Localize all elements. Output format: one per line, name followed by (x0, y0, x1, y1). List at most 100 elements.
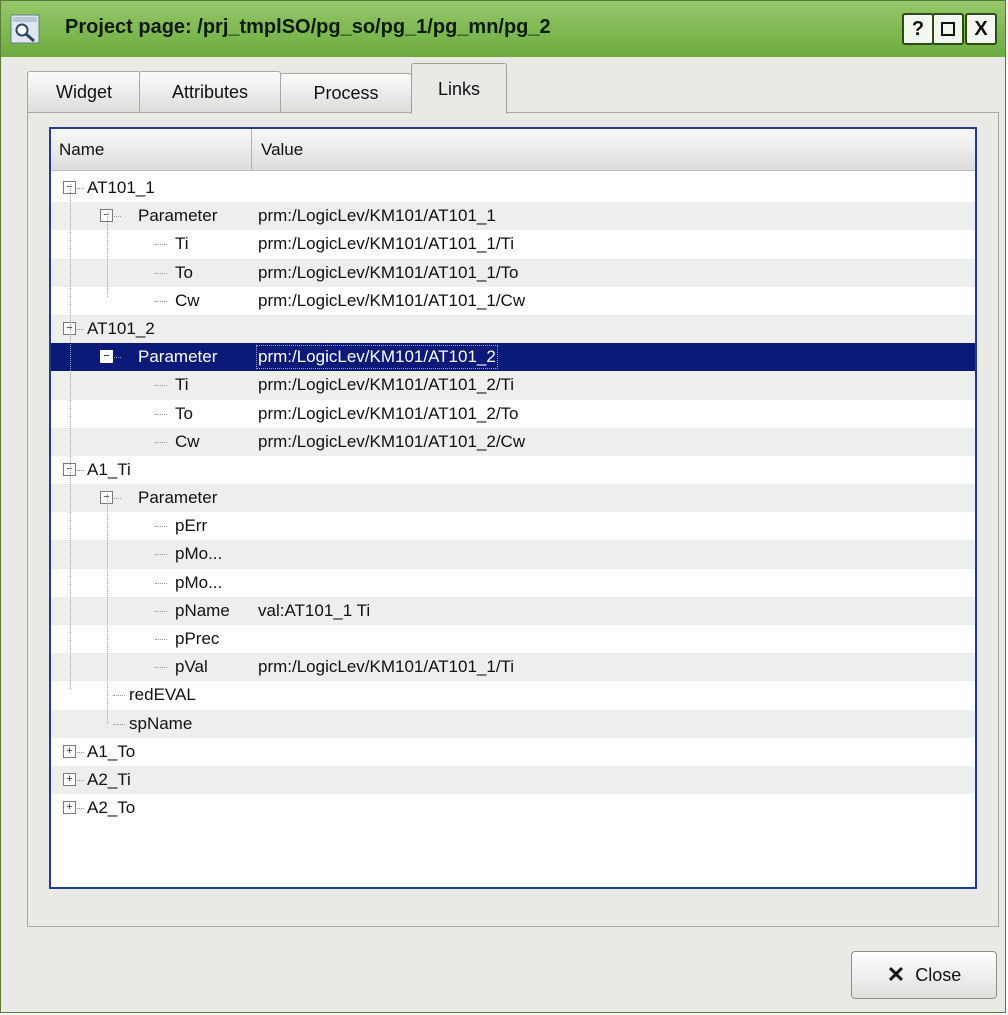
tree-item-name: pName (175, 600, 230, 620)
tree-row[interactable]: To prm:/LogicLev/KM101/AT101_2/To (51, 400, 975, 428)
tree-item-value: prm:/LogicLev/KM101/AT101_1/Ti (258, 234, 515, 254)
expand-plus-icon[interactable]: + (63, 772, 76, 786)
tree-item-name: Cw (175, 431, 200, 451)
tree-row[interactable]: Cw prm:/LogicLev/KM101/AT101_2/Cw (51, 427, 975, 456)
tree-item-name: To (175, 262, 193, 282)
tree-connector (155, 639, 167, 641)
tree-connector (155, 244, 167, 246)
tree-item-value: prm:/LogicLev/KM101/AT101_1 (258, 206, 496, 226)
tree-connector (155, 582, 167, 585)
x-mark-icon: ✕ (886, 962, 906, 987)
tree-header: Name Value (51, 129, 975, 171)
tree-row[interactable]: Ti prm:/LogicLev/KM101/AT101_1/Ti (51, 230, 975, 258)
tree-row[interactable]: − Parameter prm:/LogicLev/KM101/AT101_2 (51, 343, 975, 372)
column-header-name[interactable]: Name (51, 129, 252, 170)
tree-row[interactable]: − AT101_2 (51, 314, 975, 344)
tree-row[interactable]: − A1_Ti (51, 456, 975, 484)
tree-item-value: val:AT101_1 Ti (258, 600, 371, 620)
tree-row[interactable]: pMo... (51, 540, 975, 569)
tab-attributes[interactable]: Attributes (139, 71, 281, 113)
maximize-icon (941, 22, 955, 36)
tree-item-name: pPrec (175, 629, 220, 648)
tree-connector (155, 526, 167, 528)
magnifier-document-icon (10, 14, 40, 44)
window-title: Project page: /prj_tmplSO/pg_so/pg_1/pg_… (65, 16, 551, 38)
tree-connector (77, 779, 84, 782)
tree-row[interactable]: pMo... (51, 569, 975, 597)
tree-connector (155, 441, 167, 444)
tree-guide-line (70, 184, 71, 689)
tree-connector (114, 498, 121, 500)
tree-row[interactable]: + A2_Ti (51, 765, 975, 795)
tree-item-name: Ti (175, 375, 189, 395)
close-button[interactable]: ✕ Close (851, 951, 997, 999)
tree-item-name: A1_Ti (87, 459, 131, 479)
tree-row[interactable]: pErr (51, 512, 975, 540)
tree-rows: − AT101_1− Parameter prm:/LogicLev/KM101/AT… (51, 174, 975, 822)
tree-connector (114, 216, 121, 218)
column-header-value[interactable]: Value (253, 129, 973, 170)
project-page-dialog: Project page: /prj_tmplSO/pg_so/pg_1/pg_… (0, 0, 1006, 1013)
tree-item-name: pMo... (175, 544, 223, 564)
tree-row[interactable]: pVal prm:/LogicLev/KM101/AT101_1/Ti (51, 653, 975, 682)
tab-widget[interactable]: Widget (27, 71, 141, 113)
expand-plus-icon[interactable]: + (63, 801, 76, 815)
links-tree[interactable]: Name Value − AT101_1− Parameter prm:/LogicL… (49, 127, 977, 889)
close-window-button[interactable]: X (965, 13, 997, 45)
help-button[interactable]: ? (902, 13, 934, 45)
tree-row[interactable]: − AT101_1 (51, 174, 975, 202)
tree-item-name: Parameter (138, 347, 218, 367)
tree-row[interactable]: Ti prm:/LogicLev/KM101/AT101_2/Ti (51, 371, 975, 400)
tree-item-value: prm:/LogicLev/KM101/AT101_2/Ti (258, 375, 515, 395)
tree-row[interactable]: redEVAL (51, 681, 975, 709)
tree-row[interactable]: + A2_To (51, 794, 975, 822)
tree-item-name: pErr (175, 516, 208, 536)
expand-plus-icon[interactable]: + (63, 744, 76, 758)
tree-item-name: pVal (175, 657, 208, 677)
tree-connector (77, 188, 84, 190)
collapse-minus-icon[interactable]: − (100, 350, 113, 364)
tree-row[interactable]: − Parameter prm:/LogicLev/KM101/AT101_1 (51, 202, 975, 231)
tree-item-value: prm:/LogicLev/KM101/AT101_1/Cw (258, 290, 526, 310)
tree-row[interactable]: − Parameter (51, 484, 975, 513)
tree-connector (155, 272, 167, 275)
tree-item-name: pMo... (175, 572, 223, 592)
tree-connector (155, 610, 167, 613)
tree-connector (113, 723, 125, 726)
tree-connector (77, 808, 84, 810)
tree-connector (77, 328, 84, 331)
tree-item-value: prm:/LogicLev/KM101/AT101_1/Ti (258, 657, 515, 677)
tree-connector (155, 385, 167, 387)
maximize-button[interactable] (932, 13, 964, 45)
tree-item-name: AT101_2 (87, 318, 155, 338)
tab-links[interactable]: Links (411, 63, 507, 114)
tree-item-name: spName (129, 713, 193, 733)
tree-item-name: To (175, 403, 193, 423)
tree-connector (155, 554, 167, 556)
tree-item-value: prm:/LogicLev/KM101/AT101_2/Cw (258, 431, 526, 451)
tree-connector (155, 413, 167, 416)
tree-item-name: Ti (175, 234, 189, 254)
tree-row[interactable]: + A1_To (51, 738, 975, 766)
tree-item-value: prm:/LogicLev/KM101/AT101_2/To (258, 403, 519, 423)
tree-item-name: Parameter (138, 206, 218, 226)
tree-item-name: redEVAL (129, 685, 196, 705)
tree-row[interactable]: To prm:/LogicLev/KM101/AT101_1/To (51, 258, 975, 287)
links-tab-panel: Name Value − AT101_1− Parameter prm:/LogicL… (27, 112, 999, 927)
tree-row[interactable]: Cw prm:/LogicLev/KM101/AT101_1/Cw (51, 287, 975, 315)
tree-item-name: A2_To (87, 798, 136, 818)
tree-guide-line (107, 212, 108, 297)
dialog-content: Widget Attributes Process Links Name Val… (9, 57, 1005, 1012)
tree-row[interactable]: spName (51, 709, 975, 738)
title-bar[interactable]: Project page: /prj_tmplSO/pg_so/pg_1/pg_… (1, 1, 1005, 57)
tree-connector (155, 667, 167, 669)
tree-item-value: prm:/LogicLev/KM101/AT101_1/To (258, 262, 519, 282)
tree-connector (114, 357, 121, 359)
tab-process[interactable]: Process (280, 73, 412, 113)
tree-item-name: A1_To (87, 741, 136, 761)
tree-guide-line (107, 494, 108, 724)
tree-row[interactable]: pPrec (51, 625, 975, 653)
tree-row[interactable]: pName val:AT101_1 Ti (51, 596, 975, 625)
tree-connector (113, 695, 125, 697)
tree-item-name: Cw (175, 290, 200, 310)
